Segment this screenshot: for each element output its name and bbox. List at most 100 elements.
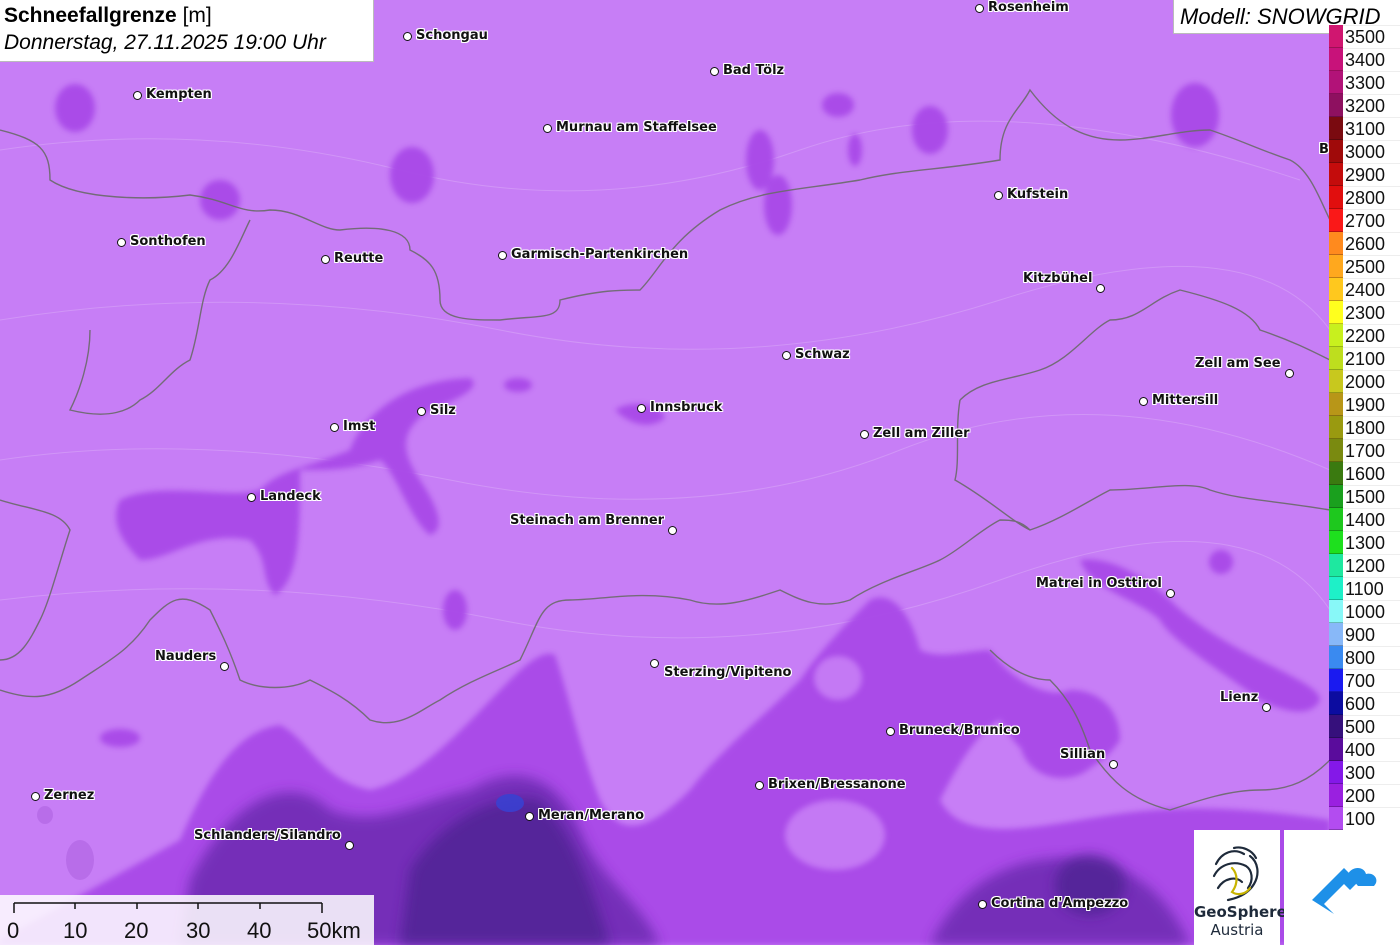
legend-value: 500 (1343, 715, 1400, 738)
city-marker[interactable] (321, 255, 330, 264)
legend-swatch (1329, 715, 1343, 738)
city-label[interactable]: Kufstein (1007, 187, 1068, 202)
legend-row: 2300 (1329, 301, 1400, 324)
city-marker[interactable] (994, 191, 1003, 200)
legend-value: 3500 (1343, 25, 1400, 48)
legend-swatch (1329, 71, 1343, 94)
city-marker[interactable] (1109, 760, 1118, 769)
legend-value: 2000 (1343, 370, 1400, 393)
legend-row: 2700 (1329, 209, 1400, 232)
legend-row: 2900 (1329, 163, 1400, 186)
geosphere-logo: GeoSphere Austria (1194, 830, 1287, 945)
map-title-box: Schneefallgrenze [m] Donnerstag, 27.11.2… (0, 0, 374, 62)
city-marker[interactable] (330, 423, 339, 432)
city-label[interactable]: Schlanders/Silandro (194, 828, 341, 843)
city-label[interactable]: Murnau am Staffelsee (556, 120, 717, 135)
city-marker[interactable] (1285, 369, 1294, 378)
city-marker[interactable] (637, 404, 646, 413)
city-label[interactable]: Rosenheim (988, 0, 1069, 15)
legend-row: 1200 (1329, 554, 1400, 577)
legend-swatch (1329, 301, 1343, 324)
city-marker[interactable] (525, 812, 534, 821)
legend-value: 3300 (1343, 71, 1400, 94)
legend-swatch (1329, 439, 1343, 462)
legend-row: 300 (1329, 761, 1400, 784)
city-marker[interactable] (403, 32, 412, 41)
legend-swatch (1329, 278, 1343, 301)
city-marker[interactable] (31, 792, 40, 801)
city-marker[interactable] (975, 4, 984, 13)
city-label[interactable]: Sterzing/Vipiteno (664, 665, 791, 680)
city-label[interactable]: Sonthofen (130, 234, 206, 249)
city-label[interactable]: Matrei in Osttirol (1036, 576, 1162, 591)
city-label[interactable]: Lienz (1220, 690, 1258, 705)
city-marker[interactable] (417, 407, 426, 416)
city-label[interactable]: Mittersill (1152, 393, 1218, 408)
legend-row: 1100 (1329, 577, 1400, 600)
legend-row: 2400 (1329, 278, 1400, 301)
legend-row: 2200 (1329, 324, 1400, 347)
legend-swatch (1329, 531, 1343, 554)
city-label[interactable]: Brixen/Bressanone (768, 777, 906, 792)
city-marker[interactable] (117, 238, 126, 247)
legend-value: 1600 (1343, 462, 1400, 485)
city-label[interactable]: Bruneck/Brunico (899, 723, 1020, 738)
legend-value: 2500 (1343, 255, 1400, 278)
city-label[interactable]: Kitzbühel (1023, 271, 1092, 286)
city-marker[interactable] (133, 91, 142, 100)
city-marker[interactable] (650, 659, 659, 668)
legend-value: 2100 (1343, 347, 1400, 370)
legend-swatch (1329, 692, 1343, 715)
city-label[interactable]: Zell am See (1195, 356, 1281, 371)
legend-row: 900 (1329, 623, 1400, 646)
city-label[interactable]: Reutte (334, 251, 383, 266)
legend-value: 3200 (1343, 94, 1400, 117)
city-label[interactable]: Imst (343, 419, 375, 434)
city-marker[interactable] (247, 493, 256, 502)
legend-swatch (1329, 416, 1343, 439)
city-label[interactable]: Innsbruck (650, 400, 722, 415)
city-marker[interactable] (978, 900, 987, 909)
legend-row: 100 (1329, 807, 1400, 830)
legend-value: 2200 (1343, 324, 1400, 347)
city-marker[interactable] (860, 430, 869, 439)
geosphere-country: Austria (1210, 921, 1264, 939)
city-marker[interactable] (886, 727, 895, 736)
city-marker[interactable] (1262, 703, 1271, 712)
city-label[interactable]: Sillian (1060, 747, 1105, 762)
snowline-map[interactable] (0, 0, 1400, 945)
city-label[interactable]: Garmisch-Partenkirchen (511, 247, 688, 262)
city-label[interactable]: Steinach am Brenner (510, 513, 664, 528)
city-marker[interactable] (220, 662, 229, 671)
city-label[interactable]: Silz (430, 403, 456, 418)
city-marker[interactable] (710, 67, 719, 76)
city-marker[interactable] (1166, 589, 1175, 598)
city-marker[interactable] (668, 526, 677, 535)
legend-row: 2800 (1329, 186, 1400, 209)
city-label[interactable]: Landeck (260, 489, 321, 504)
city-marker[interactable] (543, 124, 552, 133)
legend-swatch (1329, 163, 1343, 186)
city-label[interactable]: Bad Tölz (723, 63, 784, 78)
city-marker[interactable] (755, 781, 764, 790)
city-label[interactable]: Kempten (146, 87, 212, 102)
partner-logo (1284, 830, 1400, 945)
legend-value: 800 (1343, 646, 1400, 669)
legend-value: 2400 (1343, 278, 1400, 301)
legend-row: 800 (1329, 646, 1400, 669)
geosphere-name: GeoSphere (1194, 903, 1287, 921)
legend-value: 1400 (1343, 508, 1400, 531)
city-label[interactable]: Cortina d'Ampezzo (991, 896, 1128, 911)
city-label[interactable]: Zernez (44, 788, 94, 803)
city-marker[interactable] (498, 251, 507, 260)
city-marker[interactable] (1139, 397, 1148, 406)
city-marker[interactable] (782, 351, 791, 360)
legend-value: 2900 (1343, 163, 1400, 186)
city-marker[interactable] (1096, 284, 1105, 293)
city-label[interactable]: Schwaz (795, 347, 850, 362)
city-label[interactable]: Nauders (155, 649, 216, 664)
city-marker[interactable] (345, 841, 354, 850)
city-label[interactable]: Zell am Ziller (873, 426, 970, 441)
city-label[interactable]: Schongau (416, 28, 488, 43)
city-label[interactable]: Meran/Merano (538, 808, 644, 823)
